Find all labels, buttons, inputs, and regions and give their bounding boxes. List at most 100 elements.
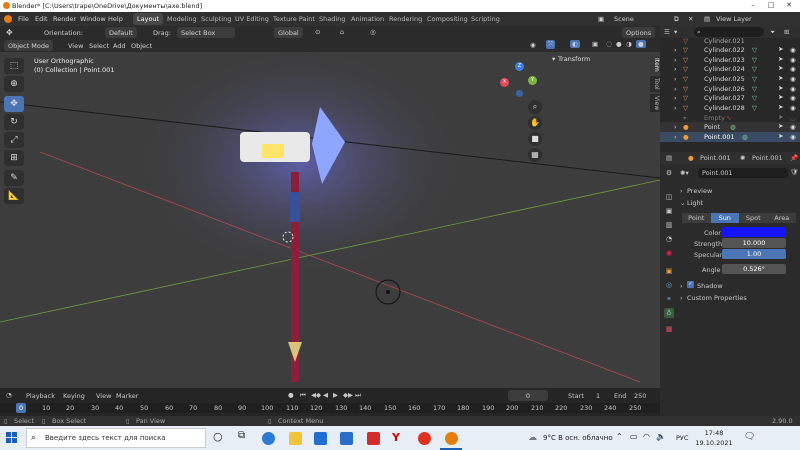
scene-remove-icon[interactable]: ✕: [688, 15, 693, 23]
expand-icon[interactable]: ›: [674, 65, 677, 73]
transform-panel-title[interactable]: Transform: [558, 55, 590, 63]
transform-tool-icon[interactable]: ✥: [6, 28, 13, 37]
preview-section-title[interactable]: Preview: [687, 187, 712, 195]
render-tab-icon[interactable]: ◫: [664, 192, 674, 202]
tab-layout[interactable]: Layout: [133, 13, 164, 25]
strength-field[interactable]: 10.000: [722, 238, 786, 248]
yandex-browser-icon[interactable]: [418, 432, 431, 445]
material-shading-icon[interactable]: ◑: [626, 40, 632, 48]
select-arrow-icon[interactable]: ➤: [778, 103, 783, 111]
pan-hand-icon[interactable]: ✋: [528, 116, 542, 130]
proportional-edit-icon[interactable]: ◎: [370, 28, 376, 36]
scene-add-icon[interactable]: ⧉: [674, 15, 679, 24]
pivot-icon[interactable]: ⊙: [315, 28, 320, 36]
task-view-icon[interactable]: ⧉: [238, 430, 245, 441]
angle-field[interactable]: 0.526°: [722, 264, 786, 274]
outliner-row-selected[interactable]: › ● Point.001 ◍ ➤ ◉: [660, 132, 800, 142]
cortana-icon[interactable]: ○: [213, 430, 223, 443]
cursor-icon[interactable]: ⊕: [4, 76, 24, 92]
specular-slider[interactable]: 1.00: [722, 249, 786, 259]
view-layer-tab-icon[interactable]: ▥: [664, 220, 674, 230]
language-indicator[interactable]: РУС: [676, 434, 688, 442]
eye-icon[interactable]: ◉: [790, 56, 796, 64]
select-arrow-icon[interactable]: ➤: [778, 93, 783, 101]
maximize-button[interactable]: □: [764, 1, 778, 11]
expand-icon[interactable]: ›: [674, 94, 677, 102]
properties-editor-icon[interactable]: ▤: [666, 154, 672, 162]
expand-icon[interactable]: ›: [674, 85, 677, 93]
shadow-checkbox[interactable]: ✓: [687, 281, 694, 288]
eye-icon[interactable]: ◉: [790, 104, 796, 112]
menu-window[interactable]: Window: [80, 15, 106, 23]
xray-icon[interactable]: ▣: [592, 40, 598, 48]
select-arrow-icon[interactable]: ➤: [778, 64, 783, 72]
transform-icon[interactable]: ⊞: [4, 150, 24, 166]
rendered-shading-icon[interactable]: ●: [636, 40, 646, 48]
menu-playback[interactable]: Playback: [26, 392, 55, 400]
light-type-point[interactable]: Point: [682, 213, 711, 223]
tool-tab-icon[interactable]: ⚙: [664, 168, 674, 178]
clock-date[interactable]: 19.10.2021: [694, 439, 734, 447]
custom-properties-section-title[interactable]: Custom Properties: [687, 294, 747, 302]
end-frame-field[interactable]: 250: [634, 392, 646, 400]
select-arrow-icon[interactable]: ➤: [778, 122, 783, 130]
constraints-tab-icon[interactable]: ⚭: [664, 294, 674, 304]
light-section-title[interactable]: Light: [687, 199, 703, 207]
scene-selector[interactable]: Scene: [614, 15, 634, 23]
scale-icon[interactable]: ⤢: [4, 132, 24, 148]
menu-file[interactable]: File: [18, 15, 29, 23]
expand-icon[interactable]: ›: [674, 123, 677, 131]
options-dropdown[interactable]: Options: [622, 27, 656, 38]
network-icon[interactable]: ▭: [630, 432, 638, 441]
play-reverse-icon[interactable]: ◀: [323, 391, 328, 399]
eye-icon[interactable]: ◉: [790, 94, 796, 102]
output-tab-icon[interactable]: ▣: [664, 206, 674, 216]
weather-icon[interactable]: ☁: [528, 433, 537, 443]
jump-start-icon[interactable]: ⏮: [300, 391, 306, 400]
menu-render[interactable]: Render: [53, 15, 76, 23]
start-frame-field[interactable]: 1: [596, 392, 600, 400]
tab-sculpting[interactable]: Sculpting: [197, 13, 235, 25]
start-button-icon[interactable]: [6, 432, 18, 444]
expand-icon[interactable]: ›: [674, 56, 677, 64]
wifi-icon[interactable]: ◠: [643, 432, 650, 441]
custom-props-chevron-icon[interactable]: ›: [680, 294, 683, 302]
display-mode-icon[interactable]: ▾: [674, 28, 677, 36]
taskbar-search-input[interactable]: ⌕ Введите здесь текст для поиска: [26, 428, 206, 448]
menu-marker[interactable]: Marker: [116, 392, 138, 400]
blender-menu-icon[interactable]: [4, 15, 12, 23]
solid-shading-icon[interactable]: ●: [616, 40, 622, 48]
current-frame-field[interactable]: 0: [508, 390, 548, 401]
tab-rendering[interactable]: Rendering: [385, 13, 426, 25]
light-type-sun[interactable]: Sun: [710, 213, 739, 223]
menu-view[interactable]: View: [96, 392, 111, 400]
tab-tool[interactable]: Tool: [650, 76, 660, 92]
prev-keyframe-icon[interactable]: ◀◆: [311, 391, 321, 399]
eye-icon[interactable]: ◉: [790, 65, 796, 73]
world-tab-icon[interactable]: ◉: [664, 248, 674, 258]
gizmo-toggle-icon[interactable]: ⤧: [546, 40, 556, 49]
select-arrow-icon[interactable]: ➤: [778, 74, 783, 82]
view-layer-selector[interactable]: View Layer: [716, 15, 752, 23]
menu-add[interactable]: Add: [113, 42, 126, 50]
tab-scripting[interactable]: Scripting: [467, 13, 504, 25]
tab-compositing[interactable]: Compositing: [423, 13, 472, 25]
editor-type-icon[interactable]: ◔: [6, 391, 12, 399]
datablock-name-field[interactable]: Point.001: [698, 168, 788, 178]
next-keyframe-icon[interactable]: ◆▶: [343, 391, 353, 399]
expand-icon[interactable]: ›: [674, 104, 677, 112]
orientation-dropdown[interactable]: Default: [105, 27, 137, 38]
light-chevron-icon[interactable]: ⌄: [680, 199, 685, 207]
y-axis-icon[interactable]: Y: [528, 76, 537, 85]
select-arrow-icon[interactable]: ➤: [778, 113, 783, 121]
measure-icon[interactable]: 📐: [4, 188, 24, 204]
texture-tab-icon[interactable]: ▩: [664, 324, 674, 334]
menu-select[interactable]: Select: [89, 42, 109, 50]
select-arrow-icon[interactable]: ➤: [778, 55, 783, 63]
visibility-icon[interactable]: ◉: [530, 41, 536, 49]
menu-object[interactable]: Object: [131, 42, 152, 50]
select-arrow-icon[interactable]: ➤: [778, 45, 783, 53]
tab-animation[interactable]: Animation: [347, 13, 388, 25]
mode-dropdown[interactable]: Object Mode: [4, 40, 53, 51]
outliner-editor-icon[interactable]: ☰: [664, 28, 670, 36]
